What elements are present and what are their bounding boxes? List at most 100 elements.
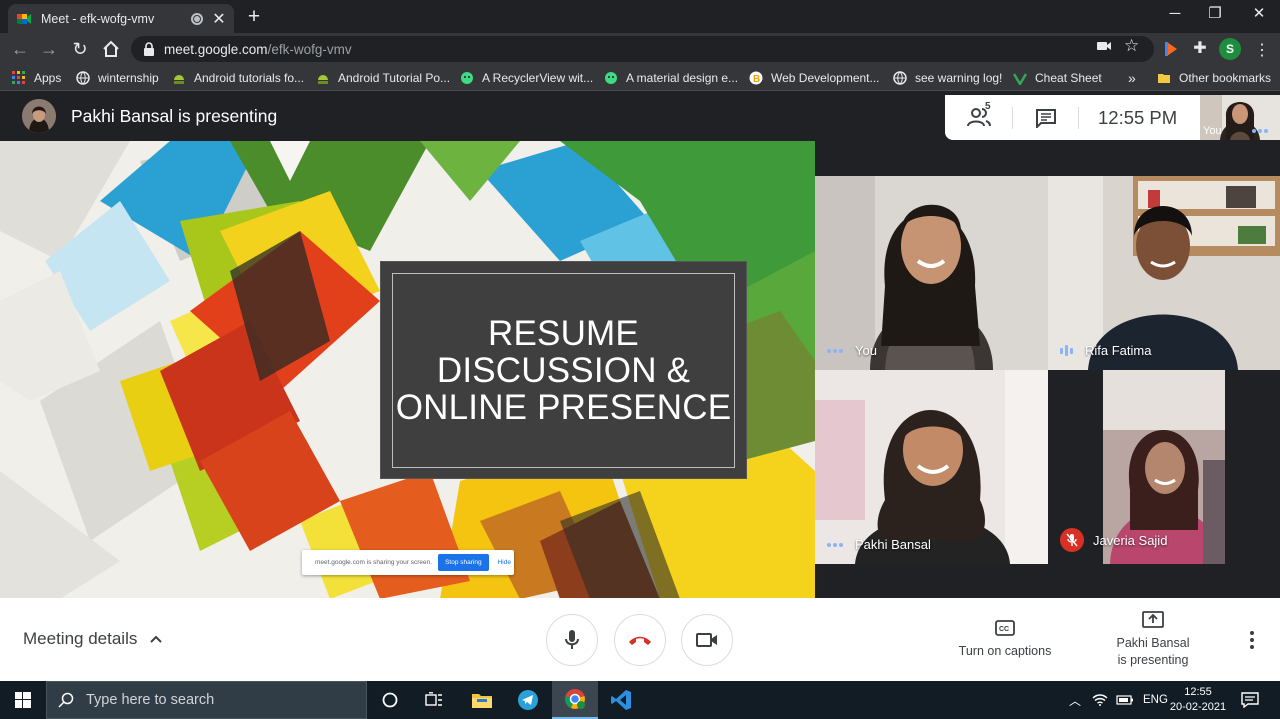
participant-name-label: Javeria Sajid	[1060, 528, 1167, 552]
more-options-icon[interactable]	[1244, 628, 1260, 652]
audio-dots-icon	[827, 542, 845, 547]
vscode-icon	[611, 690, 631, 710]
tab-title: Meet - efk-wofg-vmv	[41, 11, 155, 26]
wifi-icon[interactable]	[1092, 694, 1108, 706]
new-tab-button[interactable]: +	[244, 5, 264, 29]
participant-tile-you[interactable]: You	[815, 176, 1048, 370]
home-icon[interactable]	[101, 39, 121, 59]
windows-taskbar: Type here to search ︿ ENG 12:55 20-02-20…	[0, 681, 1280, 719]
slide-title: RESUME DISCUSSION & ONLINE PRESENCE	[395, 314, 732, 427]
extension-orange-icon[interactable]	[1162, 39, 1182, 59]
bookmark-star-icon[interactable]: ☆	[1124, 37, 1142, 55]
system-tray: ︿ ENG	[1068, 681, 1168, 719]
participant-tile-javeria-sajid[interactable]: Javeria Sajid	[1048, 370, 1280, 564]
meet-stage: Pakhi Bansal is presenting 5 12:55 PM Yo…	[0, 91, 1280, 681]
taskbar-search-box[interactable]: Type here to search	[46, 681, 367, 719]
participant-video	[815, 370, 1048, 564]
extensions-puzzle-icon[interactable]: ✚	[1190, 39, 1210, 59]
participant-name-label: Pakhi Bansal	[827, 537, 931, 552]
taskbar-clock[interactable]: 12:55 20-02-2021	[1163, 685, 1233, 715]
bookmark-recyclerview[interactable]: A RecyclerView wit...	[460, 69, 593, 87]
presenter-avatar	[22, 99, 56, 133]
participant-name-label: Rifa Fatima	[1060, 343, 1151, 358]
chrome-icon	[565, 689, 585, 709]
participant-video	[815, 176, 1048, 370]
slide-title-card: RESUME DISCUSSION & ONLINE PRESENCE	[381, 262, 746, 478]
forward-icon[interactable]: →	[39, 39, 59, 59]
stop-sharing-button[interactable]: Stop sharing	[438, 554, 489, 571]
self-view-thumbnail[interactable]: You	[1200, 95, 1280, 140]
b-icon: B	[749, 71, 763, 85]
camera-permission-icon[interactable]	[1095, 37, 1113, 55]
mic-off-icon	[1060, 528, 1084, 552]
google-meet-icon	[17, 13, 31, 24]
recording-indicator-icon	[191, 12, 203, 25]
globe-icon	[893, 71, 907, 85]
chat-icon[interactable]	[1035, 108, 1057, 128]
self-view-label: You	[1203, 125, 1222, 137]
chevron-up-icon	[150, 635, 163, 643]
bookmark-see-warning-log[interactable]: see warning log!	[893, 69, 1002, 87]
close-tab-icon[interactable]: ✕	[212, 9, 226, 29]
android-icon	[318, 75, 328, 84]
participant-tile-rifa-fatima[interactable]: Rifa Fatima	[1048, 176, 1280, 370]
vscode-taskbar-button[interactable]	[598, 681, 644, 719]
browser-tab-strip: Meet - efk-wofg-vmv ✕ + ─ ❐ ✕	[0, 0, 1280, 33]
telegram-button[interactable]	[505, 681, 551, 719]
participant-count: 5	[985, 101, 991, 112]
hang-up-icon	[629, 636, 651, 645]
captions-button[interactable]: CC Turn on captions	[955, 620, 1055, 658]
file-explorer-button[interactable]	[459, 681, 505, 719]
back-icon[interactable]: ←	[10, 39, 30, 59]
participant-tile-pakhi-bansal[interactable]: Pakhi Bansal	[815, 370, 1048, 564]
minimize-icon[interactable]: ─	[1164, 3, 1186, 25]
folder-icon	[472, 694, 492, 708]
reload-icon[interactable]: ↻	[70, 39, 90, 59]
bookmark-web-development[interactable]: B Web Development...	[749, 69, 880, 87]
profile-avatar[interactable]: S	[1219, 38, 1241, 60]
bookmarks-bar: Apps winternship Android tutorials fo...…	[0, 65, 1280, 91]
battery-icon[interactable]	[1116, 695, 1134, 705]
speaking-bars-icon	[1060, 345, 1075, 357]
present-screen-icon	[1142, 611, 1164, 628]
close-window-icon[interactable]: ✕	[1248, 3, 1270, 25]
address-bar[interactable]: meet.google.com/efk-wofg-vmv	[131, 36, 1154, 62]
browser-menu-icon[interactable]: ⋮	[1254, 40, 1270, 60]
url-text: meet.google.com/efk-wofg-vmv	[164, 41, 352, 57]
svg-text:CC: CC	[999, 626, 1009, 633]
hide-notice-link[interactable]: Hide	[498, 559, 511, 566]
chrome-taskbar-button[interactable]	[552, 681, 598, 719]
bookmark-material-design[interactable]: A material design e...	[604, 69, 738, 87]
globe-icon	[76, 71, 90, 85]
leave-call-button[interactable]	[614, 614, 666, 666]
android-icon	[605, 72, 617, 84]
bookmark-android-tutorials[interactable]: Android tutorials fo...	[172, 69, 304, 87]
task-view-icon	[425, 692, 442, 706]
meeting-clock: 12:55 PM	[1098, 107, 1178, 128]
restore-icon[interactable]: ❐	[1204, 3, 1226, 25]
closed-captions-icon: CC	[995, 620, 1015, 636]
other-bookmarks[interactable]: Other bookmarks	[1157, 69, 1271, 87]
browser-tab-meet[interactable]: Meet - efk-wofg-vmv ✕	[8, 4, 234, 33]
bookmark-cheat-sheet[interactable]: Cheat Sheet	[1013, 69, 1102, 87]
camera-button[interactable]	[681, 614, 733, 666]
bookmark-android-tutorial-po[interactable]: Android Tutorial Po...	[316, 69, 450, 87]
notifications-icon[interactable]	[1241, 692, 1259, 708]
tray-expand-icon[interactable]: ︿	[1068, 692, 1082, 709]
presenting-status-button[interactable]: Pakhi Bansal is presenting	[1110, 611, 1196, 669]
microphone-button[interactable]	[546, 614, 598, 666]
search-icon	[58, 692, 74, 708]
bookmark-apps[interactable]: Apps	[12, 69, 61, 87]
start-button[interactable]	[0, 681, 46, 719]
windows-logo-icon	[15, 692, 31, 708]
cortana-button[interactable]	[367, 681, 413, 719]
android-icon	[174, 75, 184, 84]
task-view-button[interactable]	[411, 681, 457, 719]
participant-name-label: You	[827, 343, 877, 358]
microphone-icon	[565, 630, 579, 649]
meet-controls-bar: Meeting details CC Turn on captions Pakh…	[0, 598, 1280, 681]
meeting-details-button[interactable]: Meeting details	[23, 629, 163, 649]
bookmarks-overflow-icon[interactable]: »	[1128, 69, 1136, 87]
cheat-sheet-icon	[1013, 73, 1027, 85]
bookmark-winternship[interactable]: winternship	[76, 69, 159, 87]
